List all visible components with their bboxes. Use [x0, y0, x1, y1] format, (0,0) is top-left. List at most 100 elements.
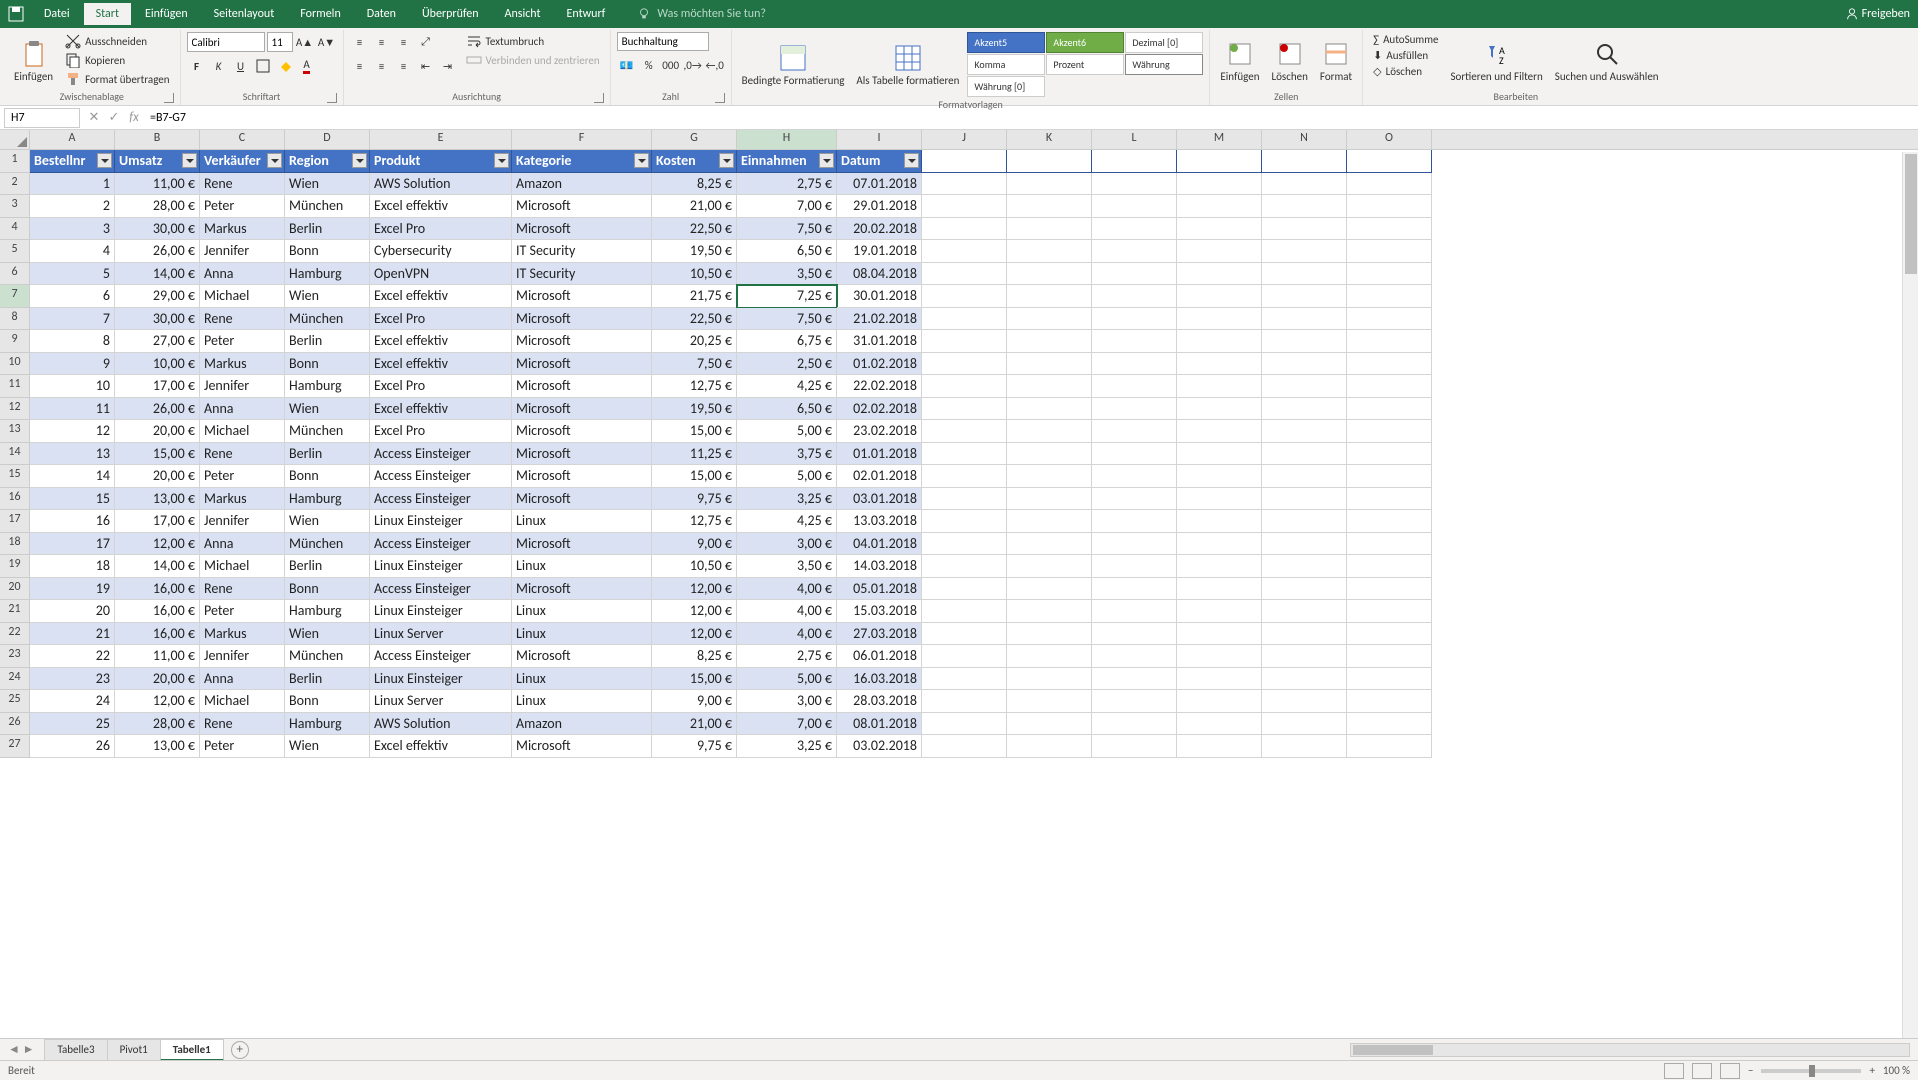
cell[interactable] — [1177, 420, 1262, 443]
cell[interactable]: Michael — [200, 555, 285, 578]
cell[interactable]: 14 — [30, 465, 115, 488]
cell[interactable] — [1007, 600, 1092, 623]
cell[interactable] — [922, 330, 1007, 353]
cell[interactable] — [922, 420, 1007, 443]
cell[interactable]: Microsoft — [512, 465, 652, 488]
cell[interactable]: 7,50 € — [652, 353, 737, 376]
cell[interactable] — [1262, 465, 1347, 488]
cell[interactable] — [1092, 308, 1177, 331]
cell[interactable]: 29.01.2018 — [837, 195, 922, 218]
cell[interactable] — [1347, 443, 1432, 466]
cell[interactable]: 05.01.2018 — [837, 578, 922, 601]
column-header-E[interactable]: E — [370, 130, 512, 149]
cell[interactable] — [1262, 330, 1347, 353]
cell[interactable]: Markus — [200, 488, 285, 511]
cell[interactable] — [1092, 150, 1177, 173]
ribbon-tab-seitenlayout[interactable]: Seitenlayout — [202, 3, 287, 25]
row-header-21[interactable]: 21 — [0, 600, 30, 623]
cell[interactable] — [1347, 510, 1432, 533]
italic-button[interactable]: K — [209, 56, 229, 76]
cell[interactable] — [1262, 308, 1347, 331]
cell[interactable]: 2,75 € — [737, 173, 837, 196]
cell[interactable] — [1177, 195, 1262, 218]
cell[interactable]: 3,50 € — [737, 263, 837, 286]
increase-font-button[interactable]: A▲ — [295, 32, 315, 52]
cell[interactable]: 01.01.2018 — [837, 443, 922, 466]
cell[interactable] — [1007, 443, 1092, 466]
name-box[interactable] — [4, 108, 80, 128]
cell[interactable]: Bonn — [285, 465, 370, 488]
cell[interactable]: 12,75 € — [652, 375, 737, 398]
cell[interactable]: 21,75 € — [652, 285, 737, 308]
cell[interactable]: Linux — [512, 510, 652, 533]
cell[interactable]: Microsoft — [512, 285, 652, 308]
cell[interactable] — [1262, 690, 1347, 713]
row-header-27[interactable]: 27 — [0, 735, 30, 758]
cell[interactable]: Excel effektiv — [370, 195, 512, 218]
cell[interactable]: 15.03.2018 — [837, 600, 922, 623]
cell[interactable]: Microsoft — [512, 308, 652, 331]
cell[interactable]: 12,75 € — [652, 510, 737, 533]
cell[interactable] — [1262, 285, 1347, 308]
font-size-select[interactable] — [267, 32, 293, 52]
cell[interactable] — [922, 375, 1007, 398]
format-cells-button[interactable]: Format — [1316, 32, 1356, 89]
cell[interactable]: 12,00 € — [115, 533, 200, 556]
cell[interactable] — [1007, 465, 1092, 488]
cell[interactable]: 08.01.2018 — [837, 713, 922, 736]
column-header-L[interactable]: L — [1092, 130, 1177, 149]
cell[interactable] — [1177, 308, 1262, 331]
row-header-14[interactable]: 14 — [0, 443, 30, 466]
share-button[interactable]: Freigeben — [1845, 7, 1910, 21]
zoom-in-button[interactable]: + — [1869, 1064, 1874, 1077]
cell[interactable]: 8,25 € — [652, 645, 737, 668]
cell[interactable] — [1092, 713, 1177, 736]
page-layout-view-button[interactable] — [1692, 1063, 1712, 1079]
cell[interactable] — [1262, 240, 1347, 263]
cell[interactable] — [1092, 420, 1177, 443]
cell[interactable] — [1092, 690, 1177, 713]
cell[interactable]: 10,50 € — [652, 263, 737, 286]
cell[interactable]: Peter — [200, 600, 285, 623]
cell[interactable]: Microsoft — [512, 195, 652, 218]
cell[interactable]: 3 — [30, 218, 115, 241]
table-header-einnahmen[interactable]: Einnahmen — [737, 150, 837, 173]
cell[interactable]: Microsoft — [512, 330, 652, 353]
cell[interactable]: 12,00 € — [652, 600, 737, 623]
cell[interactable]: Linux Einsteiger — [370, 555, 512, 578]
cell[interactable]: Microsoft — [512, 578, 652, 601]
dialog-launcher-icon[interactable] — [594, 93, 604, 103]
horizontal-scrollbar[interactable] — [1350, 1043, 1910, 1057]
cell[interactable] — [1007, 398, 1092, 421]
filter-button[interactable] — [904, 153, 919, 168]
cell[interactable]: 26 — [30, 735, 115, 758]
cell[interactable] — [922, 353, 1007, 376]
insert-cells-button[interactable]: Einfügen — [1216, 32, 1263, 89]
cell[interactable]: Michael — [200, 690, 285, 713]
row-header-3[interactable]: 3 — [0, 195, 30, 218]
cell[interactable] — [1347, 285, 1432, 308]
cell[interactable]: 6,50 € — [737, 240, 837, 263]
cell[interactable]: München — [285, 645, 370, 668]
cell[interactable]: Berlin — [285, 443, 370, 466]
cell[interactable]: 4,25 € — [737, 375, 837, 398]
cell[interactable]: Wien — [285, 510, 370, 533]
cell[interactable] — [1092, 173, 1177, 196]
cell[interactable]: Excel effektiv — [370, 398, 512, 421]
cell[interactable]: AWS Solution — [370, 713, 512, 736]
cell[interactable] — [1092, 195, 1177, 218]
comma-format-button[interactable]: 000 — [661, 55, 681, 75]
cell[interactable]: 18 — [30, 555, 115, 578]
cell[interactable] — [1347, 533, 1432, 556]
cell[interactable] — [1262, 645, 1347, 668]
cell[interactable] — [922, 488, 1007, 511]
cell[interactable] — [1092, 465, 1177, 488]
cell[interactable]: Microsoft — [512, 488, 652, 511]
autosum-button[interactable]: ∑AutoSumme — [1369, 32, 1442, 47]
ribbon-tab-start[interactable]: Start — [84, 3, 131, 25]
column-header-A[interactable]: A — [30, 130, 115, 149]
cell[interactable]: 03.01.2018 — [837, 488, 922, 511]
zoom-level[interactable]: 100 % — [1883, 1064, 1910, 1077]
column-header-M[interactable]: M — [1177, 130, 1262, 149]
cell[interactable]: Jennifer — [200, 510, 285, 533]
